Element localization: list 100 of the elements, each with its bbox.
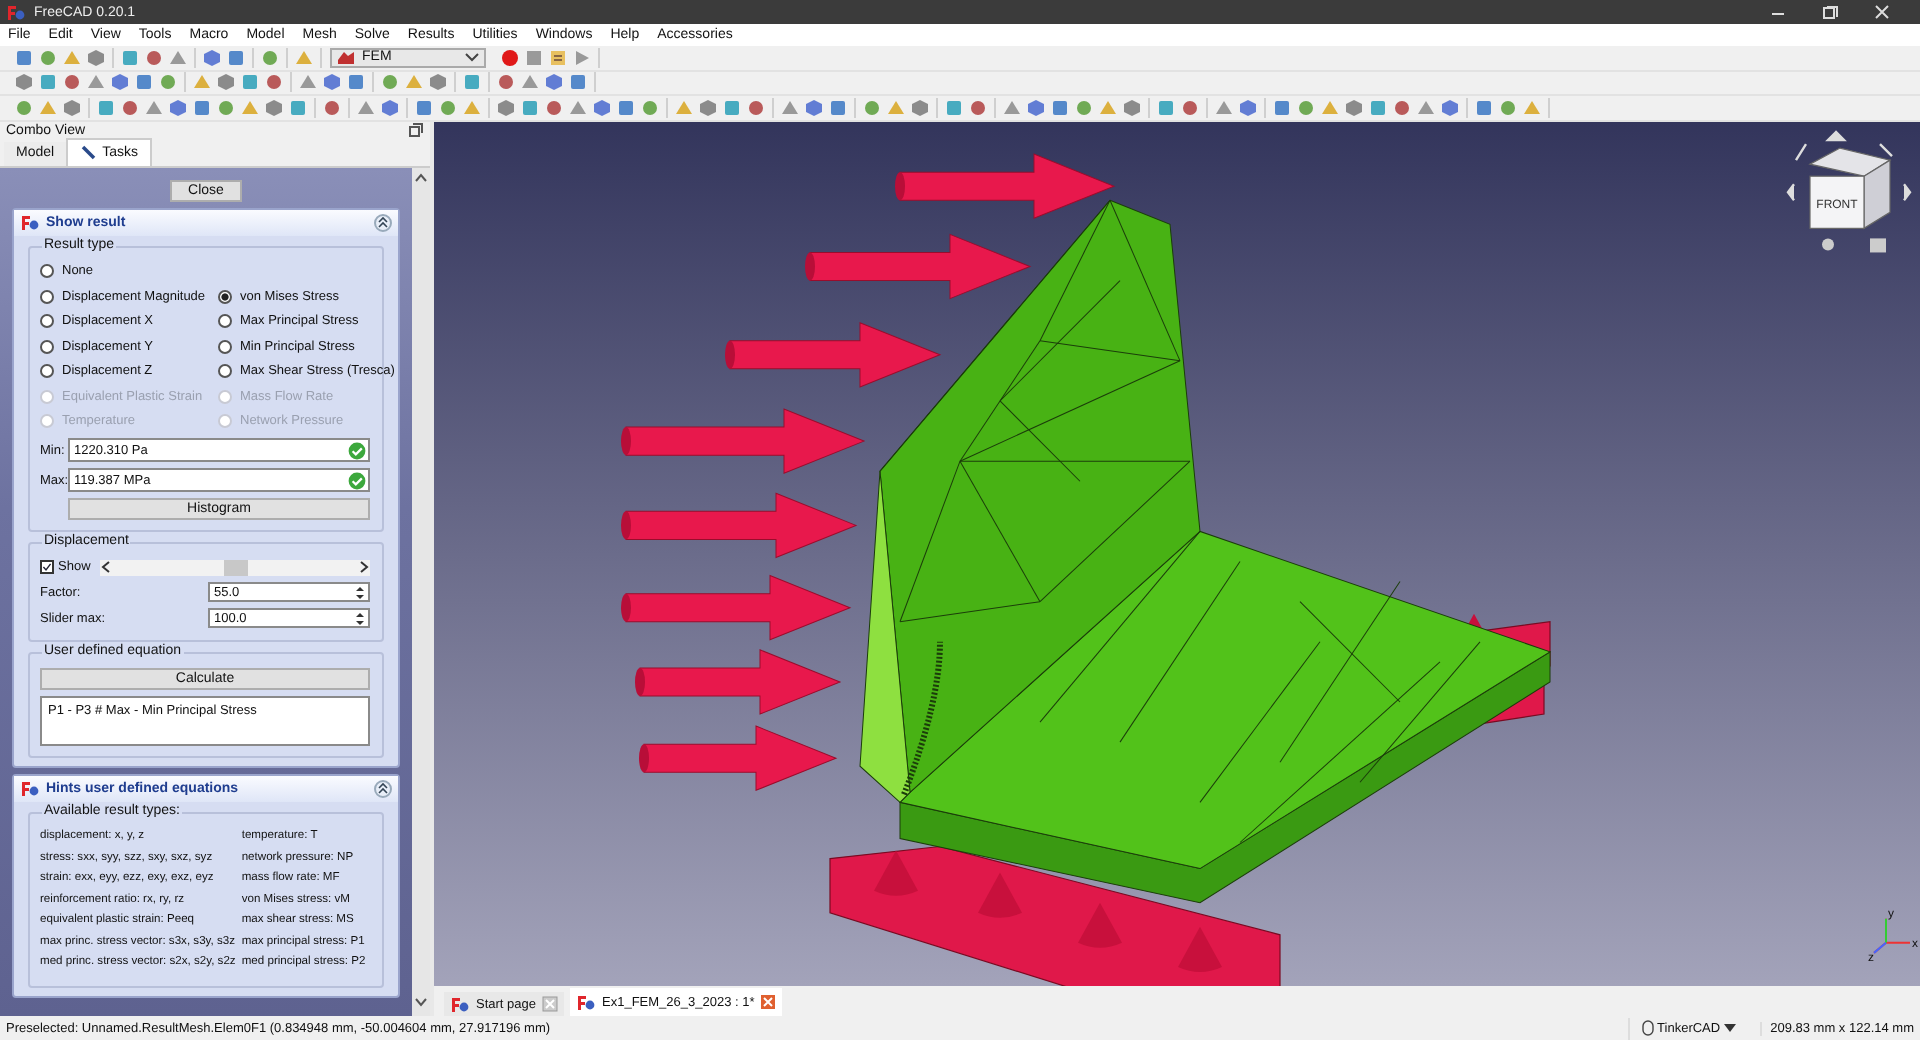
tool-icon[interactable]: [288, 97, 308, 118]
tool-icon[interactable]: [1156, 97, 1176, 118]
tool-icon[interactable]: [722, 97, 742, 118]
tool-icon[interactable]: [520, 97, 540, 118]
tool-icon[interactable]: [1440, 97, 1460, 118]
tool-icon[interactable]: [322, 97, 342, 118]
scroll-up-icon[interactable]: [414, 171, 428, 183]
tool-icon[interactable]: [144, 97, 164, 118]
tool-icon[interactable]: [202, 47, 222, 68]
tool-icon[interactable]: [698, 97, 718, 118]
displacement-slider[interactable]: [100, 559, 370, 575]
tool-icon[interactable]: [544, 72, 564, 93]
tool-icon[interactable]: [592, 97, 612, 118]
tool-icon[interactable]: [568, 97, 588, 118]
tool-icon[interactable]: [120, 47, 140, 68]
tool-icon[interactable]: [62, 97, 82, 118]
tool-icon[interactable]: [520, 72, 540, 93]
tool-icon[interactable]: [86, 72, 106, 93]
tool-icon[interactable]: [640, 97, 660, 118]
scroll-left-icon[interactable]: [100, 560, 112, 574]
tool-icon[interactable]: [944, 97, 964, 118]
tool-icon[interactable]: [1320, 97, 1340, 118]
tool-icon[interactable]: [1368, 97, 1388, 118]
collapse-icon[interactable]: [374, 780, 392, 798]
tool-icon[interactable]: [886, 97, 906, 118]
tool-icon[interactable]: [158, 72, 178, 93]
tool-icon[interactable]: [404, 72, 424, 93]
tool-icon[interactable]: [144, 47, 164, 68]
tool-icon[interactable]: [14, 97, 34, 118]
tool-icon[interactable]: [828, 97, 848, 118]
tool-icon[interactable]: [1522, 97, 1542, 118]
tool-icon[interactable]: [168, 47, 188, 68]
spin-arrows-icon[interactable]: [354, 609, 366, 627]
tool-icon[interactable]: [568, 72, 588, 93]
tool-icon[interactable]: [226, 47, 246, 68]
tool-icon[interactable]: [1074, 97, 1094, 118]
tool-icon[interactable]: [1392, 97, 1412, 118]
tool-icon[interactable]: [1050, 97, 1070, 118]
tool-icon[interactable]: [780, 97, 800, 118]
tool-icon[interactable]: [496, 97, 516, 118]
tool-icon[interactable]: [428, 72, 448, 93]
collapse-icon[interactable]: [374, 213, 392, 231]
tool-icon[interactable]: [346, 72, 366, 93]
tool-icon[interactable]: [496, 72, 516, 93]
stop-icon[interactable]: [524, 47, 544, 68]
tool-icon[interactable]: [38, 47, 58, 68]
record-icon[interactable]: [500, 47, 520, 68]
tool-icon[interactable]: [1296, 97, 1316, 118]
tool-icon[interactable]: [62, 72, 82, 93]
tool-icon[interactable]: [298, 72, 318, 93]
tool-icon[interactable]: [110, 72, 130, 93]
tool-icon[interactable]: [356, 97, 376, 118]
tool-icon[interactable]: [120, 97, 140, 118]
scroll-bar[interactable]: [412, 167, 430, 1016]
tool-icon[interactable]: [38, 97, 58, 118]
undock-icon[interactable]: [408, 122, 424, 138]
tool-icon[interactable]: [968, 97, 988, 118]
tool-icon[interactable]: [192, 97, 212, 118]
tool-icon[interactable]: [616, 97, 636, 118]
tool-icon[interactable]: [804, 97, 824, 118]
tool-icon[interactable]: [168, 97, 188, 118]
tool-icon[interactable]: [240, 97, 260, 118]
tool-icon[interactable]: [1498, 97, 1518, 118]
tool-icon[interactable]: [380, 72, 400, 93]
tool-icon[interactable]: [674, 97, 694, 118]
tool-icon[interactable]: [264, 97, 284, 118]
tool-icon[interactable]: [14, 72, 34, 93]
spin-arrows-icon[interactable]: [354, 583, 366, 601]
tool-icon[interactable]: [414, 97, 434, 118]
tool-icon[interactable]: [216, 72, 236, 93]
tool-icon[interactable]: [1026, 97, 1046, 118]
tool-icon[interactable]: [96, 97, 116, 118]
tool-icon[interactable]: [1214, 97, 1234, 118]
tool-icon[interactable]: [134, 72, 154, 93]
tool-icon[interactable]: [1098, 97, 1118, 118]
tool-icon[interactable]: [1002, 97, 1022, 118]
tool-icon[interactable]: [1180, 97, 1200, 118]
macro-icon[interactable]: [548, 47, 568, 68]
tool-icon[interactable]: [264, 72, 284, 93]
tool-icon[interactable]: [1416, 97, 1436, 118]
tool-icon[interactable]: [216, 97, 236, 118]
tool-icon[interactable]: [1122, 97, 1142, 118]
tool-icon[interactable]: [322, 72, 342, 93]
tool-icon[interactable]: [14, 47, 34, 68]
tool-icon[interactable]: [462, 72, 482, 93]
tool-icon[interactable]: [746, 97, 766, 118]
tool-icon[interactable]: [380, 97, 400, 118]
tool-icon[interactable]: [1238, 97, 1258, 118]
tool-icon[interactable]: [544, 97, 564, 118]
slider-thumb[interactable]: [223, 559, 247, 575]
tool-icon[interactable]: [462, 97, 482, 118]
tool-icon[interactable]: [192, 72, 212, 93]
tool-icon[interactable]: [1344, 97, 1364, 118]
tool-icon[interactable]: [910, 97, 930, 118]
scroll-down-icon[interactable]: [414, 996, 428, 1008]
tool-icon[interactable]: [294, 47, 314, 68]
tool-icon[interactable]: [862, 97, 882, 118]
tool-icon[interactable]: [38, 72, 58, 93]
tool-icon[interactable]: [1474, 97, 1494, 118]
tool-icon[interactable]: [438, 97, 458, 118]
